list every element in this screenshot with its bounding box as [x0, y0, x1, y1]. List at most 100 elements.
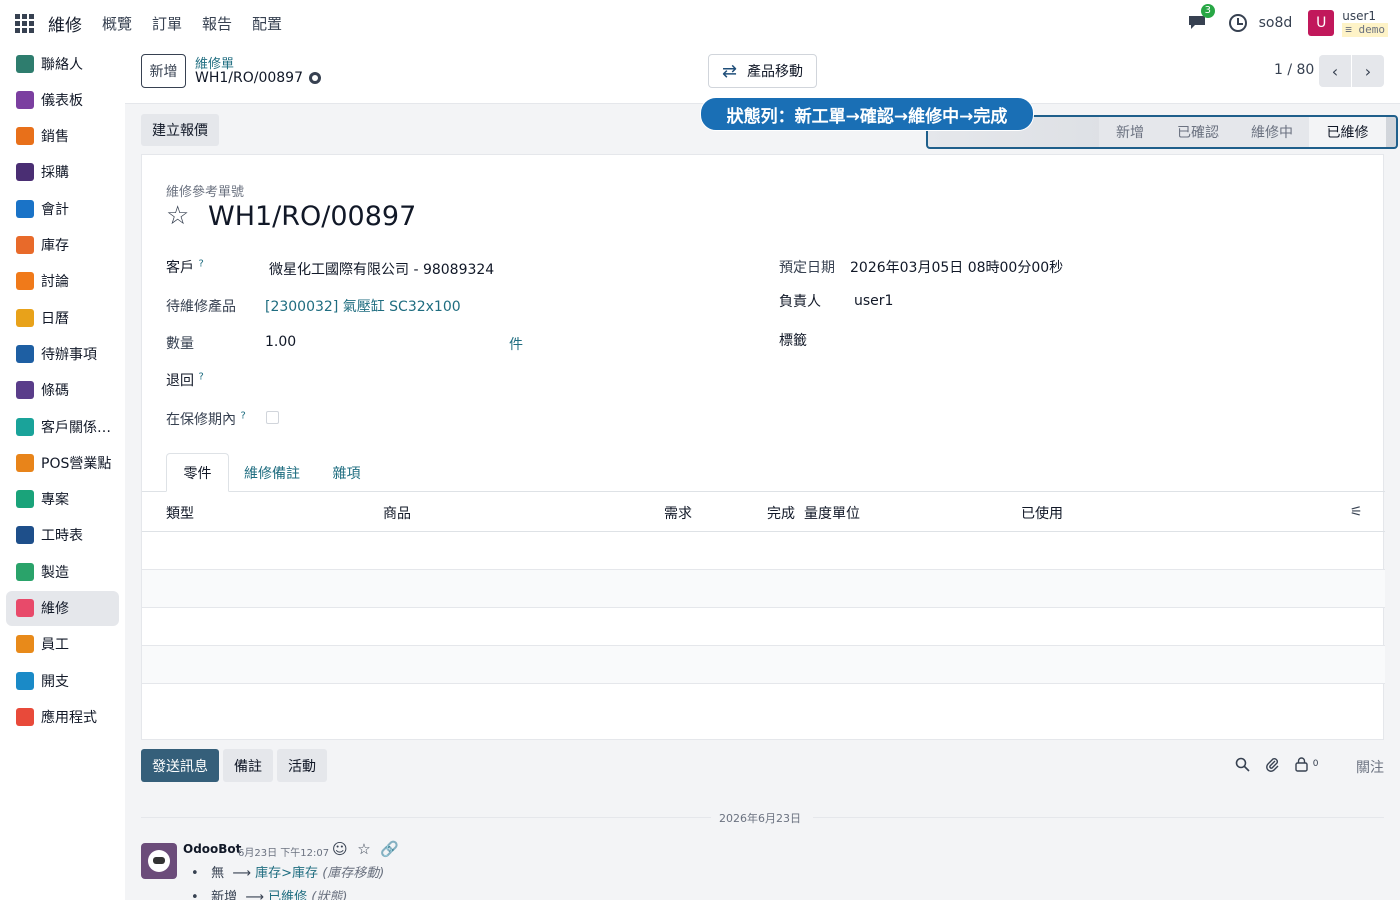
- menu-configuration[interactable]: 配置: [252, 13, 282, 34]
- menu-reports[interactable]: 報告: [202, 13, 232, 34]
- reference-label: 維修參考單號: [166, 185, 245, 200]
- sidebar-item[interactable]: 庫存: [6, 228, 119, 263]
- pager-next-icon[interactable]: ›: [1352, 55, 1384, 87]
- top-navbar: 維修 概覽 訂單 報告 配置 3 so8d U user1 ≡ demo: [0, 0, 1400, 46]
- status-step-repaired[interactable]: 已維修: [1309, 117, 1386, 147]
- customer-field[interactable]: 微星化工國際有限公司 - 98089324: [269, 259, 494, 279]
- sidebar-item-label: 會計: [41, 201, 69, 218]
- add-reaction-icon[interactable]: ☺: [332, 840, 348, 858]
- sidebar-item[interactable]: 儀表板: [6, 82, 119, 117]
- col-product[interactable]: 商品: [383, 503, 411, 523]
- col-type[interactable]: 類型: [166, 503, 194, 523]
- customer-label: 客戶 ?: [166, 258, 204, 276]
- new-button[interactable]: 新增: [141, 54, 186, 88]
- log-note-button[interactable]: 備註: [223, 749, 273, 782]
- sidebar-item-label: 工時表: [41, 528, 83, 545]
- message-actions: ☺ ☆ 🔗: [332, 840, 399, 858]
- sidebar-item[interactable]: 應用程式: [6, 699, 119, 734]
- username: user1: [1342, 9, 1377, 23]
- contacts-icon: [16, 54, 34, 73]
- sidebar-item-label: 銷售: [41, 129, 69, 146]
- sidebar-item-label: 討論: [41, 274, 69, 291]
- messages-icon[interactable]: 3: [1187, 4, 1215, 34]
- separator-date: 2026年6月23日: [719, 812, 801, 825]
- sidebar-item[interactable]: 員工: [6, 627, 119, 662]
- sidebar-item-label: 開支: [41, 673, 69, 690]
- search-icon[interactable]: [1235, 757, 1250, 776]
- tags-label: 標籤: [779, 333, 807, 349]
- sidebar-item[interactable]: 工時表: [6, 518, 119, 553]
- col-uom[interactable]: 量度單位: [804, 503, 860, 523]
- create-quotation-button[interactable]: 建立報價: [141, 114, 219, 146]
- user-avatar[interactable]: U: [1308, 10, 1335, 36]
- user-menu[interactable]: user1 ≡ demo: [1342, 9, 1388, 37]
- sidebar-item[interactable]: 討論: [6, 264, 119, 299]
- responsible-field[interactable]: user1: [854, 293, 893, 309]
- status-step-confirmed[interactable]: 已確認: [1161, 117, 1235, 147]
- status-step-under-repair[interactable]: 維修中: [1235, 117, 1309, 147]
- link-icon[interactable]: 🔗: [380, 840, 399, 858]
- send-message-button[interactable]: 發送訊息: [141, 749, 219, 782]
- pager-prev-icon[interactable]: ‹: [1319, 55, 1351, 87]
- followers-lock-icon[interactable]: 0: [1295, 757, 1319, 776]
- message-author[interactable]: OdooBot: [183, 842, 241, 856]
- product-field[interactable]: [2300032] 氣壓缸 SC32x100: [265, 296, 461, 316]
- sidebar-item[interactable]: POS營業點: [6, 445, 119, 480]
- tab-misc[interactable]: 雜項: [324, 453, 369, 492]
- apps-menu-icon[interactable]: [0, 0, 48, 46]
- tab-parts[interactable]: 零件: [166, 453, 229, 492]
- col-done[interactable]: 完成: [767, 503, 795, 523]
- star-message-icon[interactable]: ☆: [357, 840, 370, 858]
- table-row: [142, 570, 1385, 608]
- sidebar-item[interactable]: 日曆: [6, 300, 119, 335]
- tab-repair-notes[interactable]: 維修備註: [237, 453, 307, 492]
- sidebar-item[interactable]: 開支: [6, 663, 119, 698]
- uom-field[interactable]: 件: [509, 334, 523, 354]
- quantity-field[interactable]: 1.00: [265, 334, 296, 350]
- sidebar-item-label: 採購: [41, 165, 69, 182]
- sidebar-item[interactable]: 會計: [6, 191, 119, 226]
- sidebar-item[interactable]: 聯絡人: [6, 46, 119, 81]
- pager-value[interactable]: 1 / 80: [1274, 62, 1314, 78]
- menu-orders[interactable]: 訂單: [152, 13, 182, 34]
- sidebar-item[interactable]: 客戶關係管理: [6, 409, 119, 444]
- col-used[interactable]: 已使用: [1021, 503, 1063, 523]
- purchase-icon: [16, 163, 34, 182]
- follow-button[interactable]: 關注: [1356, 757, 1384, 777]
- scheduled-date-field[interactable]: 2026年03月05日 08時00分00秒: [850, 257, 1063, 277]
- status-step-new[interactable]: 新增: [1099, 117, 1161, 147]
- database-name[interactable]: so8d: [1259, 15, 1293, 31]
- app-sidebar: 聯絡人儀表板銷售採購會計庫存討論日曆待辦事項 條碼客戶關係管理 POS營業點 專案工時…: [0, 46, 125, 900]
- record-title: WH1/RO/00897: [208, 201, 417, 232]
- warranty-checkbox[interactable]: [266, 411, 279, 424]
- activity-clock-icon[interactable]: [1228, 14, 1247, 32]
- inventory-icon: [16, 236, 34, 254]
- sidebar-item[interactable]: 製造: [6, 554, 119, 589]
- app-title[interactable]: 維修: [48, 11, 82, 36]
- attachment-icon[interactable]: [1265, 757, 1280, 776]
- sidebar-item-label: 客戶關係管理: [41, 419, 119, 436]
- followers-count: 0: [1312, 759, 1319, 769]
- sidebar-item[interactable]: 條碼: [6, 373, 119, 408]
- sidebar-item[interactable]: 銷售: [6, 119, 119, 154]
- product-moves-button[interactable]: ⇄ 產品移動: [708, 54, 817, 88]
- sidebar-item[interactable]: 維修: [6, 590, 119, 626]
- sidebar-item[interactable]: 專案: [6, 482, 119, 517]
- column-settings-icon[interactable]: ⚟: [1350, 504, 1363, 520]
- col-demand[interactable]: 需求: [664, 503, 692, 523]
- repair-icon: [16, 599, 34, 617]
- sidebar-item-label: 儀表板: [41, 92, 83, 109]
- gear-icon[interactable]: [309, 72, 321, 84]
- sales-icon: [16, 127, 34, 146]
- warranty-label: 在保修期內 ?: [166, 410, 246, 428]
- activity-button[interactable]: 活動: [277, 749, 327, 782]
- sidebar-item[interactable]: 採購: [6, 155, 119, 190]
- sidebar-item-label: 日曆: [41, 310, 69, 327]
- menu-overview[interactable]: 概覽: [102, 13, 132, 34]
- accounting-icon: [16, 199, 34, 218]
- odoobot-avatar[interactable]: [141, 843, 177, 879]
- parts-table-header: 類型 商品 需求 完成 量度單位 已使用 ⚟: [142, 492, 1385, 532]
- sidebar-item[interactable]: 待辦事項: [6, 336, 119, 371]
- star-icon[interactable]: ☆: [166, 201, 189, 231]
- sidebar-item-label: 庫存: [41, 238, 69, 254]
